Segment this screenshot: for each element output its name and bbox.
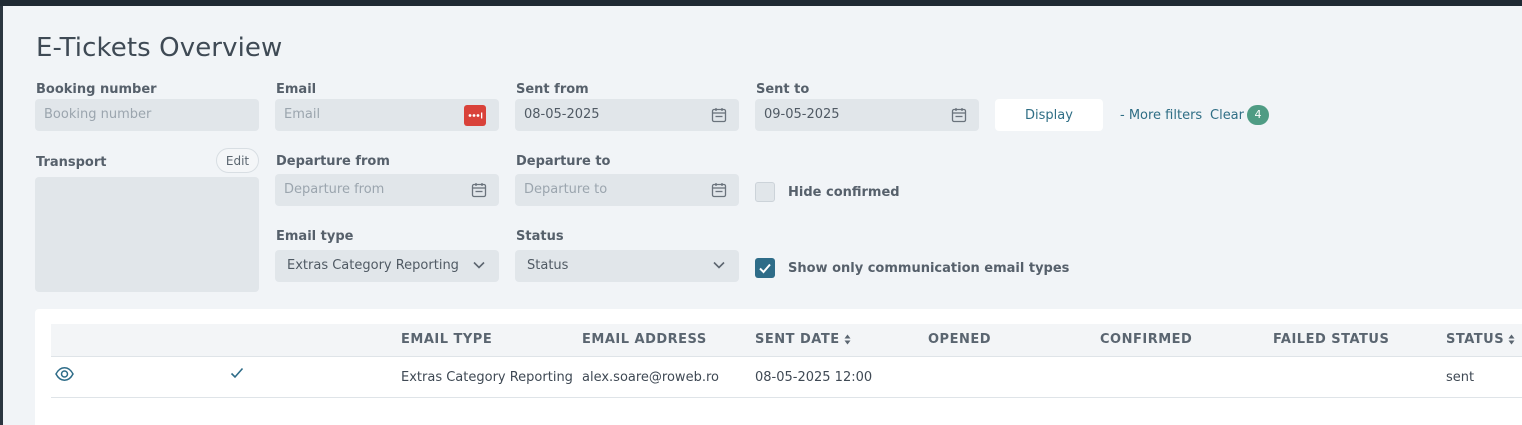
top-bar bbox=[0, 0, 1522, 6]
chevron-down-icon bbox=[713, 261, 725, 269]
email-label: Email bbox=[276, 82, 317, 97]
booking-number-label: Booking number bbox=[36, 82, 157, 97]
display-button[interactable]: Display bbox=[995, 99, 1103, 131]
column-header-email-type: EMAIL TYPE bbox=[401, 332, 493, 347]
status-header-label: STATUS bbox=[1446, 332, 1505, 347]
password-manager-icon[interactable] bbox=[464, 105, 486, 126]
sent-to-label: Sent to bbox=[756, 82, 810, 97]
calendar-icon[interactable] bbox=[951, 107, 967, 123]
calendar-icon[interactable] bbox=[711, 107, 727, 123]
column-header-failed-status: FAILED STATUS bbox=[1273, 332, 1390, 347]
sort-icon[interactable] bbox=[1508, 334, 1515, 345]
cell-sent-date: 08-05-2025 12:00 bbox=[755, 370, 873, 385]
sent-to-field bbox=[755, 99, 979, 131]
departure-to-input[interactable] bbox=[515, 174, 739, 206]
status-label: Status bbox=[516, 229, 564, 244]
show-only-communication-checkbox[interactable] bbox=[755, 258, 775, 278]
sent-from-label: Sent from bbox=[516, 82, 589, 97]
email-type-label: Email type bbox=[276, 229, 354, 244]
status-value: Status bbox=[527, 258, 569, 273]
cell-status: sent bbox=[1446, 370, 1475, 385]
departure-from-label: Departure from bbox=[276, 154, 390, 169]
booking-number-input[interactable] bbox=[35, 99, 259, 131]
sent-from-field bbox=[515, 99, 739, 131]
transport-label: Transport bbox=[36, 155, 107, 170]
departure-to-field bbox=[515, 174, 739, 206]
checkmark-icon bbox=[230, 367, 244, 379]
clear-filters-link[interactable]: Clear bbox=[1210, 108, 1244, 123]
hide-confirmed-label: Hide confirmed bbox=[788, 185, 900, 200]
email-type-value: Extras Category Reporting bbox=[287, 258, 459, 273]
hide-confirmed-checkbox[interactable] bbox=[755, 182, 775, 202]
departure-from-input[interactable] bbox=[275, 174, 499, 206]
cell-email-type: Extras Category Reporting bbox=[401, 370, 573, 385]
column-header-email-address: EMAIL ADDRESS bbox=[582, 332, 707, 347]
calendar-icon[interactable] bbox=[711, 182, 727, 198]
cell-email-address: alex.soare@roweb.ro bbox=[582, 370, 719, 385]
page-title: E-Tickets Overview bbox=[36, 33, 283, 63]
show-only-communication-label: Show only communication email types bbox=[788, 261, 1070, 276]
sent-to-input[interactable] bbox=[755, 99, 979, 131]
calendar-icon[interactable] bbox=[471, 182, 487, 198]
column-header-status[interactable]: STATUS bbox=[1446, 332, 1515, 347]
status-select[interactable]: Status bbox=[515, 250, 739, 282]
more-filters-link[interactable]: - More filters bbox=[1120, 108, 1202, 123]
transport-edit-button[interactable]: Edit bbox=[216, 148, 259, 173]
window-edge bbox=[0, 6, 3, 425]
sort-icon[interactable] bbox=[844, 334, 851, 345]
table-row-divider bbox=[51, 397, 1522, 398]
eye-icon[interactable] bbox=[55, 366, 74, 382]
transport-selection-box[interactable] bbox=[35, 177, 259, 292]
active-filters-badge: 4 bbox=[1247, 105, 1269, 125]
departure-to-label: Departure to bbox=[516, 154, 611, 169]
column-header-opened: OPENED bbox=[928, 332, 992, 347]
chevron-down-icon bbox=[473, 261, 485, 269]
sent-date-header-label: SENT DATE bbox=[755, 332, 840, 347]
sent-from-input[interactable] bbox=[515, 99, 739, 131]
departure-from-field bbox=[275, 174, 499, 206]
email-type-select[interactable]: Extras Category Reporting bbox=[275, 250, 499, 282]
column-header-confirmed: CONFIRMED bbox=[1100, 332, 1193, 347]
column-header-sent-date[interactable]: SENT DATE bbox=[755, 332, 851, 347]
email-field bbox=[275, 99, 499, 131]
